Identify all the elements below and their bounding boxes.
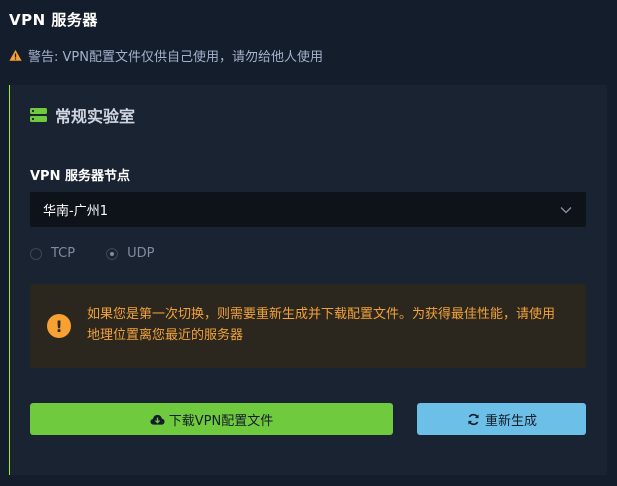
warning-banner: 警告: VPN配置文件仅供自己使用，请勿给他人使用: [9, 46, 323, 65]
server-select-value: 华南-广州1: [43, 204, 108, 219]
exclamation-icon: !: [47, 314, 71, 338]
warning-text: 警告: VPN配置文件仅供自己使用，请勿给他人使用: [28, 49, 323, 65]
notice-text: 如果您是第一次切换，则需要重新生成并下载配置文件。为获得最佳性能，请使用地理位置…: [87, 307, 556, 343]
regenerate-button[interactable]: 重新生成: [417, 403, 586, 435]
protocol-radio-udp[interactable]: UDP: [106, 246, 154, 261]
warning-icon: [9, 49, 22, 61]
page-title: VPN 服务器: [9, 11, 98, 29]
server-select-label: VPN 服务器节点: [30, 169, 130, 184]
server-select[interactable]: 华南-广州1: [30, 192, 586, 227]
server-icon: [30, 107, 47, 122]
protocol-radio-group: TCP UDP: [30, 246, 185, 261]
download-config-button[interactable]: 下载VPN配置文件: [30, 403, 393, 435]
radio-label: TCP: [51, 246, 76, 261]
radio-circle: [30, 247, 42, 260]
refresh-icon: [468, 413, 479, 425]
radio-label: UDP: [127, 246, 155, 261]
notice-alert: ! 如果您是第一次切换，则需要重新生成并下载配置文件。为获得最佳性能，请使用地理…: [30, 284, 586, 368]
radio-circle: [106, 247, 119, 260]
download-config-label: 下载VPN配置文件: [168, 413, 274, 429]
card-title-text: 常规实验室: [55, 107, 136, 126]
card-title: 常规实验室: [30, 103, 135, 127]
regenerate-label: 重新生成: [484, 413, 537, 429]
chevron-down-icon: [560, 206, 572, 213]
protocol-radio-tcp[interactable]: TCP: [30, 246, 75, 261]
radio-selected-dot: [110, 251, 115, 256]
cloud-download-icon: [150, 414, 165, 425]
lab-card: 常规实验室 VPN 服务器节点 华南-广州1 TCP UDP ! 如果您是第一次…: [9, 85, 607, 475]
